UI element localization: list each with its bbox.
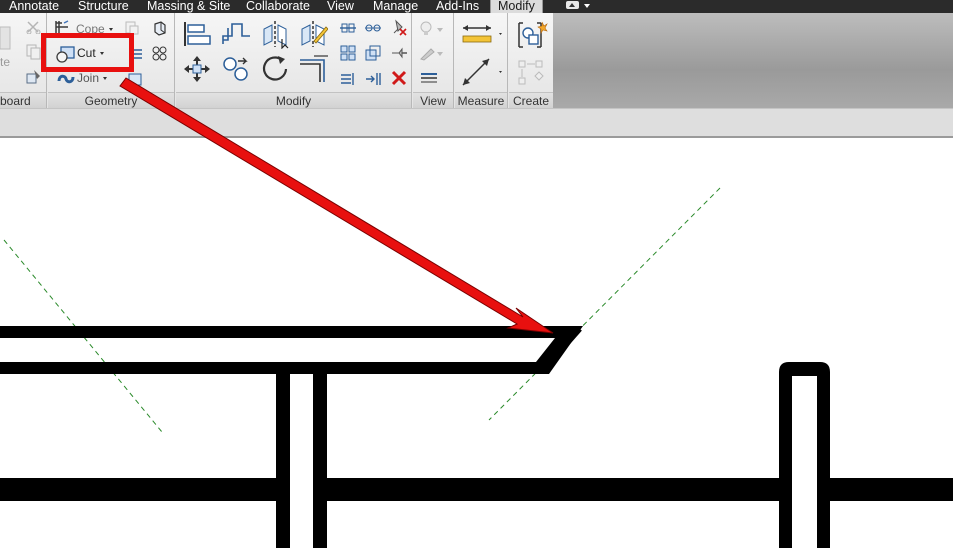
cope-icon: [55, 20, 69, 33]
measure-along-element-icon[interactable]: [459, 57, 505, 87]
panel-geometry: Cope Cut Join Geometry: [48, 13, 175, 108]
mirror-pick-axis-icon[interactable]: [260, 19, 290, 49]
align-icon[interactable]: [182, 20, 212, 48]
ribbon-tab-bar: Annotate Structure Massing & Site Collab…: [0, 0, 953, 13]
panel-measure: Measure: [455, 13, 508, 108]
tab-add-ins[interactable]: Add-Ins: [436, 0, 479, 13]
trim-single-icon[interactable]: [339, 71, 357, 87]
pin-icon[interactable]: [390, 45, 408, 61]
panel-label-measure: Measure: [455, 92, 507, 108]
panel-view: View: [413, 13, 454, 108]
paint-icon[interactable]: [151, 45, 169, 63]
cut-geometry-icon: [56, 46, 75, 63]
column-right[interactable]: [779, 362, 830, 548]
drawing-area: [0, 187, 953, 548]
cut-dropdown-icon[interactable]: [99, 52, 104, 56]
measure-between-references-icon[interactable]: [459, 21, 505, 47]
panel-clipboard: te board: [0, 13, 47, 108]
tab-annotate[interactable]: Annotate: [9, 0, 59, 13]
tab-structure[interactable]: Structure: [78, 0, 129, 13]
create-group-icon[interactable]: [516, 19, 548, 51]
ribbon-empty-area: [553, 13, 953, 108]
linework-icon[interactable]: [419, 70, 441, 86]
delete-icon[interactable]: [391, 70, 407, 86]
join-button[interactable]: Join: [77, 71, 108, 85]
cut-profile-icon[interactable]: [124, 20, 140, 36]
paste-label: te: [0, 55, 11, 69]
panel-label-view: View: [413, 92, 453, 108]
trim-extend-icon[interactable]: [298, 54, 330, 84]
split-face-icon[interactable]: [130, 47, 144, 61]
scale-icon[interactable]: [365, 45, 381, 61]
join-geometry-icon: [57, 74, 75, 84]
panel-label-clipboard: board: [0, 92, 46, 108]
paste-icon[interactable]: [0, 23, 12, 53]
trim-multiple-icon[interactable]: [364, 71, 382, 87]
create-similar-icon[interactable]: [517, 59, 545, 87]
offset-icon[interactable]: [220, 20, 252, 48]
copy-to-clipboard-icon[interactable]: [26, 44, 42, 60]
join-label: Join: [77, 71, 100, 85]
lower-beam-left[interactable]: [0, 478, 281, 501]
array-icon[interactable]: [340, 45, 356, 61]
copy-icon[interactable]: [220, 54, 252, 84]
drawing-canvas[interactable]: [0, 140, 953, 548]
cope-dropdown-icon[interactable]: [108, 28, 113, 32]
rotate-icon[interactable]: [260, 54, 290, 84]
cut-button[interactable]: Cut: [77, 46, 104, 60]
split-element-icon[interactable]: [339, 21, 357, 35]
tab-massing-site[interactable]: Massing & Site: [147, 0, 230, 13]
tab-manage[interactable]: Manage: [373, 0, 418, 13]
tab-modify[interactable]: Modify: [490, 0, 543, 13]
panel-label-create: Create: [509, 92, 553, 108]
match-properties-icon[interactable]: [26, 69, 42, 85]
top-beam[interactable]: [0, 326, 583, 374]
unpin-icon[interactable]: [390, 19, 408, 37]
panel-modify: Modify: [176, 13, 412, 108]
panel-label-geometry: Geometry: [48, 92, 174, 108]
mirror-draw-axis-icon[interactable]: [298, 19, 328, 49]
column-left-outer[interactable]: [276, 374, 290, 548]
move-icon[interactable]: [182, 54, 212, 84]
join-dropdown-icon[interactable]: [103, 77, 108, 81]
tab-view[interactable]: View: [327, 0, 354, 13]
clipboard-cut-icon[interactable]: [26, 20, 42, 34]
panel-create: Create: [509, 13, 553, 108]
demolish-icon[interactable]: [127, 71, 143, 87]
cope-label: Cope: [76, 22, 105, 36]
split-with-gap-icon[interactable]: [364, 21, 382, 35]
override-graphics-icon[interactable]: [419, 45, 447, 61]
lower-beam-right[interactable]: [824, 478, 953, 501]
cope-button[interactable]: Cope: [76, 22, 113, 36]
column-left-inner[interactable]: [313, 374, 327, 548]
reference-line-right: [488, 187, 721, 421]
quick-access-toggle-icon[interactable]: [566, 1, 592, 11]
cut-label: Cut: [77, 46, 96, 60]
hide-in-view-icon[interactable]: [419, 21, 447, 37]
panel-label-modify: Modify: [176, 92, 411, 108]
wall-joins-icon[interactable]: [152, 20, 168, 36]
tab-collaborate[interactable]: Collaborate: [246, 0, 310, 13]
options-bar: [0, 108, 953, 138]
lower-beam-middle[interactable]: [322, 478, 784, 501]
